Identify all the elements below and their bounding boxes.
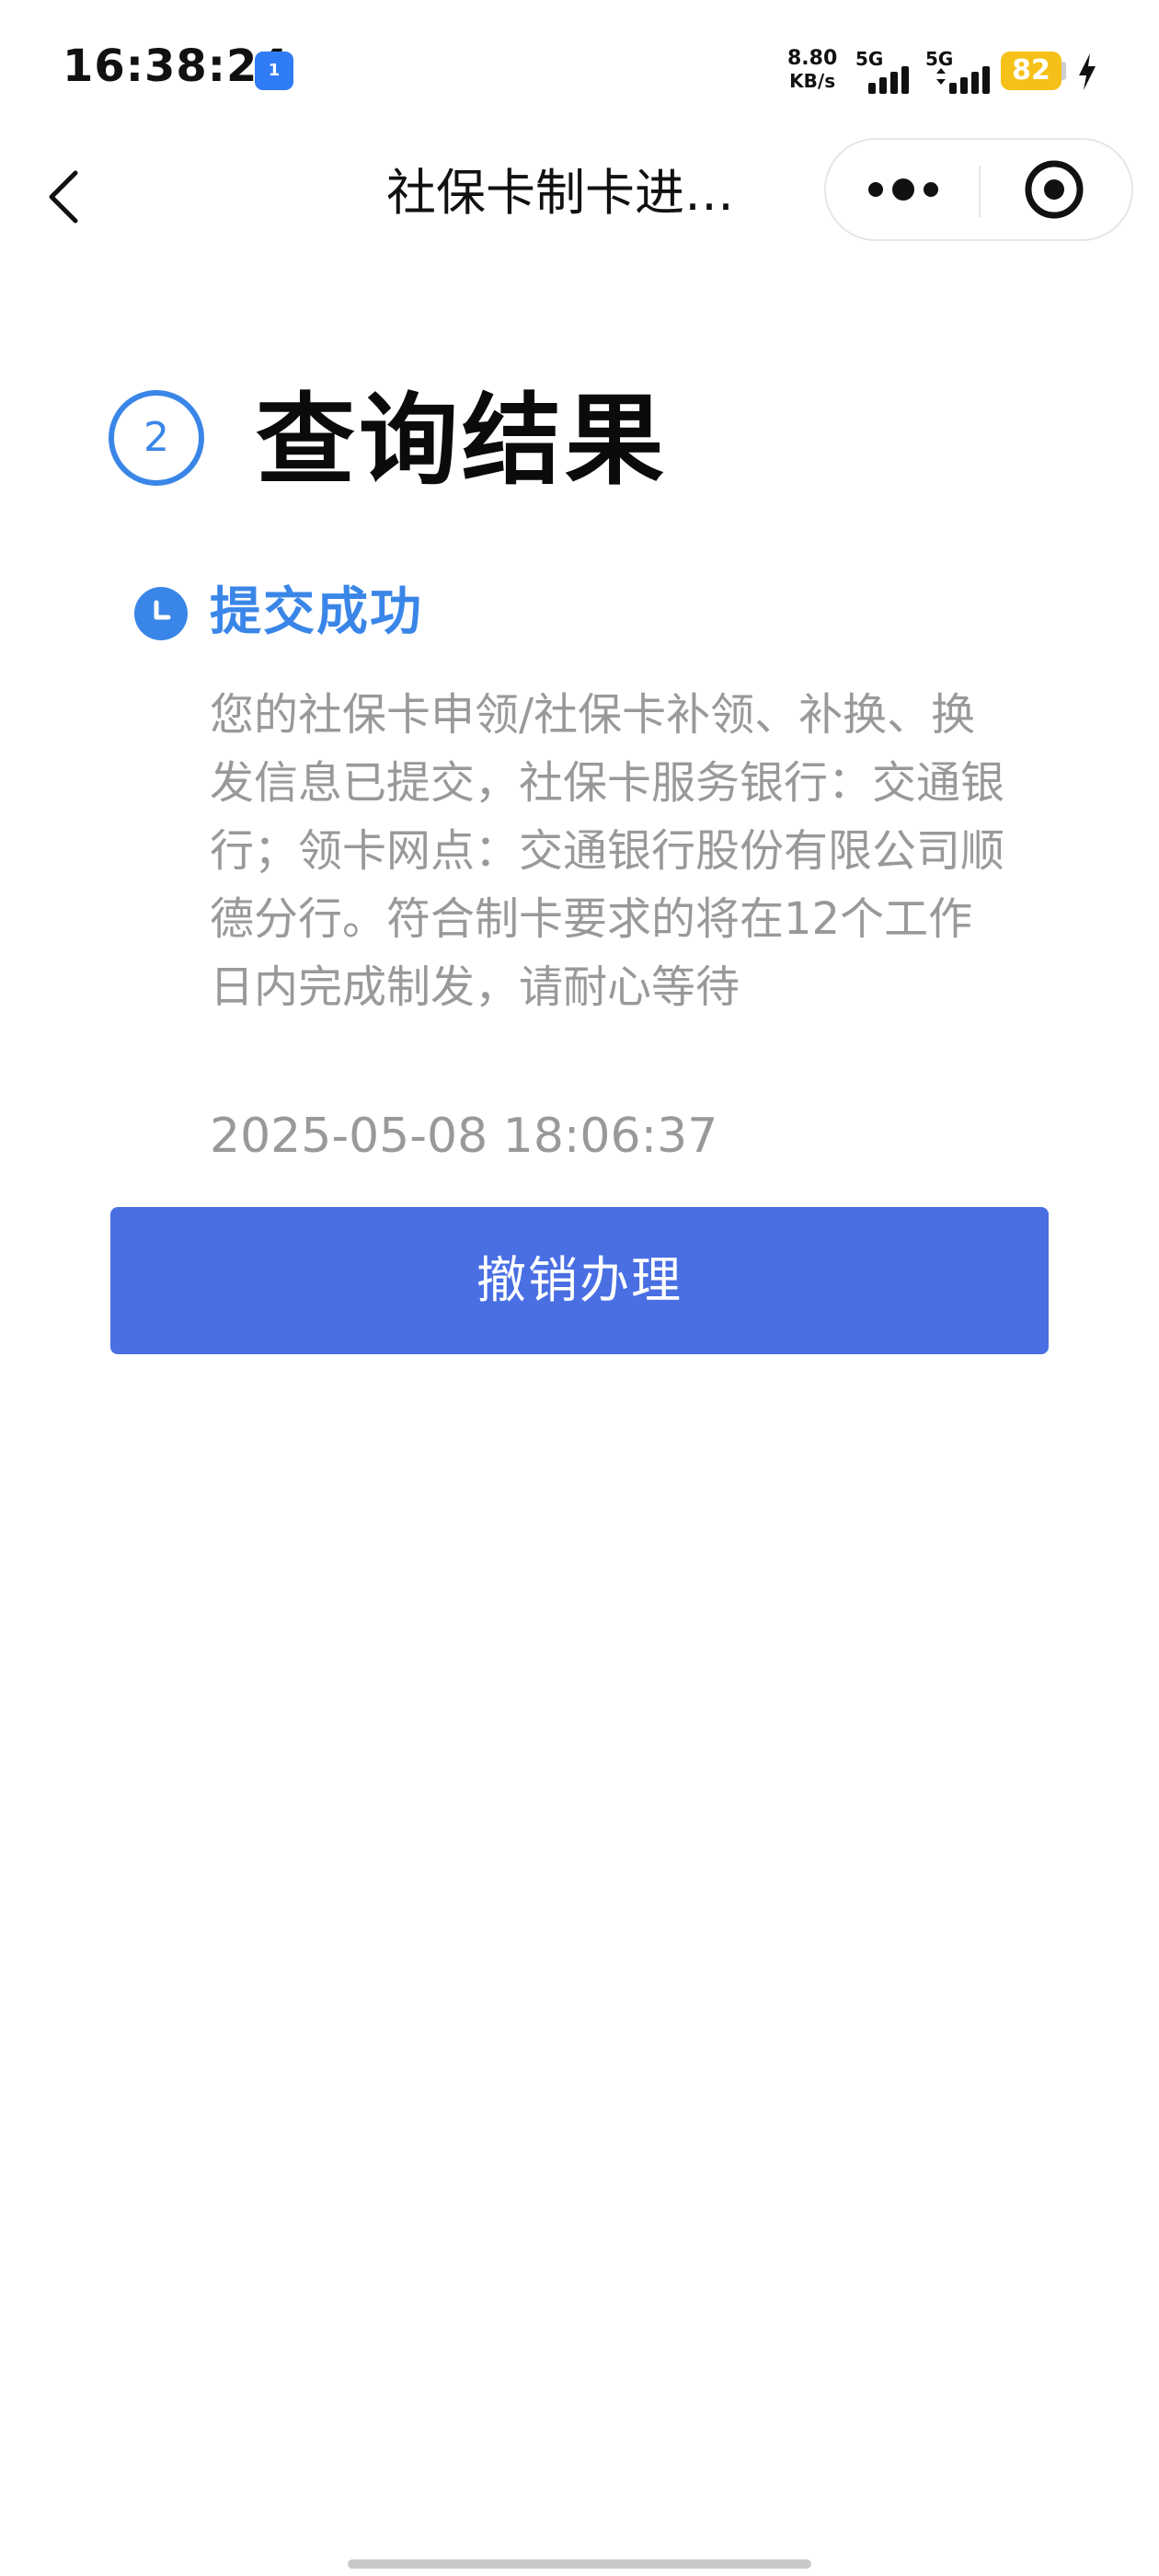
home-indicator[interactable]: [348, 2559, 811, 2569]
net-speed-value: 8.80: [787, 47, 838, 70]
app-badge: 1: [268, 61, 281, 80]
mini-program-capsule: [824, 138, 1133, 241]
charging-icon: [1079, 53, 1096, 90]
close-mini-program-button[interactable]: [981, 140, 1133, 239]
battery-cap: [1061, 62, 1066, 80]
step-title: 查询结果: [256, 384, 669, 499]
signal-icon: [868, 66, 909, 94]
step-number-badge: 2: [109, 390, 204, 486]
back-button[interactable]: [37, 156, 101, 230]
status-timestamp: 2025-05-08 18:06:37: [210, 1109, 718, 1164]
signal-icon: [936, 66, 990, 94]
cancel-application-button[interactable]: 撤销办理: [110, 1207, 1049, 1354]
broadcast-app-icon: 1: [255, 52, 293, 90]
screen: 16:38:24 1 8.80 KB/s 5G 5G 82 社保卡制卡进… 2 …: [0, 0, 1159, 2576]
clock-icon: [154, 600, 171, 620]
status-title: 提交成功: [210, 582, 423, 642]
net-speed-unit: KB/s: [789, 70, 836, 92]
step-header: 2 查询结果: [109, 386, 936, 497]
target-close-icon: [1025, 160, 1084, 219]
back-arrow-icon: [49, 170, 78, 224]
timeline-dot: [134, 587, 188, 640]
sim2-signal: 5G: [925, 48, 999, 94]
page-title: 社保卡制卡进…: [386, 164, 734, 222]
status-description: 您的社保卡申领/社保卡补领、补换、换发信息已提交，社保卡服务银行：交通银行；领卡…: [210, 689, 1005, 1013]
nav-bar: 社保卡制卡进…: [0, 138, 1159, 248]
status-bar: 16:38:24 1 8.80 KB/s 5G 5G 82: [0, 0, 1159, 138]
more-dots-icon: [868, 178, 938, 201]
net-speed: 8.80 KB/s: [787, 47, 838, 93]
more-button[interactable]: [826, 140, 979, 239]
sim1-signal: 5G: [855, 48, 920, 94]
battery-icon: 82: [1001, 52, 1061, 90]
battery-level: 82: [1012, 54, 1050, 86]
